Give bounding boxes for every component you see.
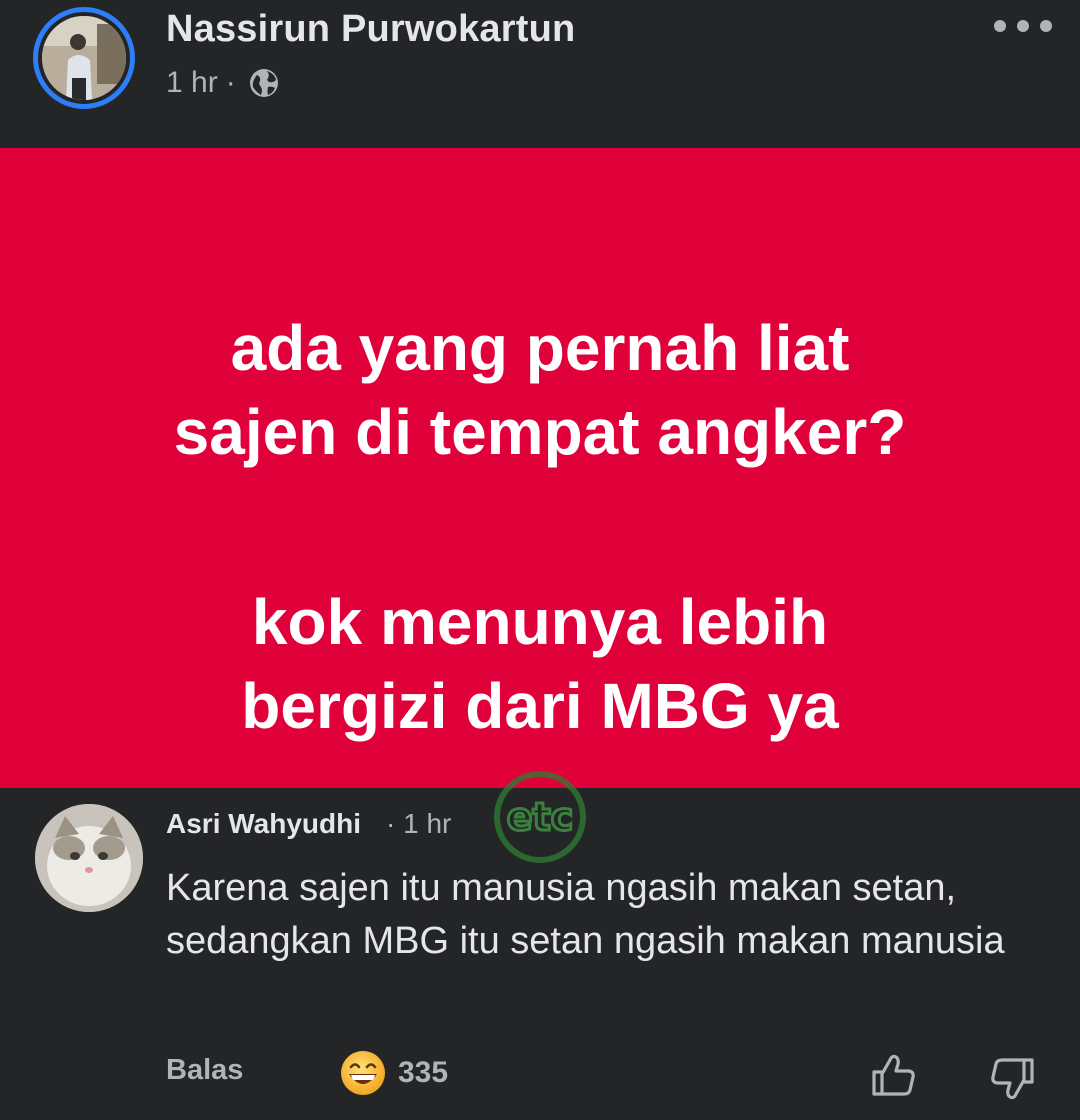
meta-separator: · <box>225 66 236 99</box>
post-time[interactable]: 1 hr <box>166 66 218 100</box>
post-line: ada yang pernah liat <box>230 312 850 384</box>
etc-logo-icon: etc <box>494 771 586 863</box>
avatar-photo <box>42 16 126 100</box>
cat-photo-icon <box>35 804 143 912</box>
ellipsis-icon <box>1017 20 1029 32</box>
post-line: bergizi dari MBG ya <box>241 670 839 742</box>
commenter-name[interactable]: Asri Wahyudhi <box>166 808 361 840</box>
globe-icon <box>249 69 278 97</box>
ellipsis-icon <box>1040 20 1052 32</box>
person-silhouette-icon <box>42 16 126 100</box>
more-options-button[interactable] <box>994 10 1052 42</box>
post-header: Nassirun Purwokartun 1 hr · <box>0 0 1080 148</box>
reaction-count: 335 <box>398 1056 449 1089</box>
reply-button[interactable]: Balas <box>166 1054 243 1087</box>
post-text: ada yang pernah liat sajen di tempat ang… <box>0 306 1080 748</box>
post-content-card[interactable]: ada yang pernah liat sajen di tempat ang… <box>0 148 1080 788</box>
post-line: kok menunya lebih <box>251 586 829 658</box>
author-avatar[interactable] <box>33 7 135 109</box>
ellipsis-icon <box>994 20 1006 32</box>
thumbs-up-icon[interactable] <box>868 1050 918 1100</box>
watermark-text: etc <box>507 795 573 839</box>
thumbs-down-icon[interactable] <box>988 1054 1038 1104</box>
post-line: sajen di tempat angker? <box>173 396 907 468</box>
post-meta: 1 hr · <box>166 66 280 100</box>
commenter-avatar[interactable] <box>35 804 143 912</box>
comment-time[interactable]: · 1 hr <box>386 808 451 840</box>
author-name[interactable]: Nassirun Purwokartun <box>166 8 575 51</box>
comment-text: Karena sajen itu manusia ngasih makan se… <box>166 867 1005 962</box>
grinning-face-icon <box>341 1051 385 1095</box>
reaction-summary[interactable]: 335 <box>340 1050 448 1096</box>
